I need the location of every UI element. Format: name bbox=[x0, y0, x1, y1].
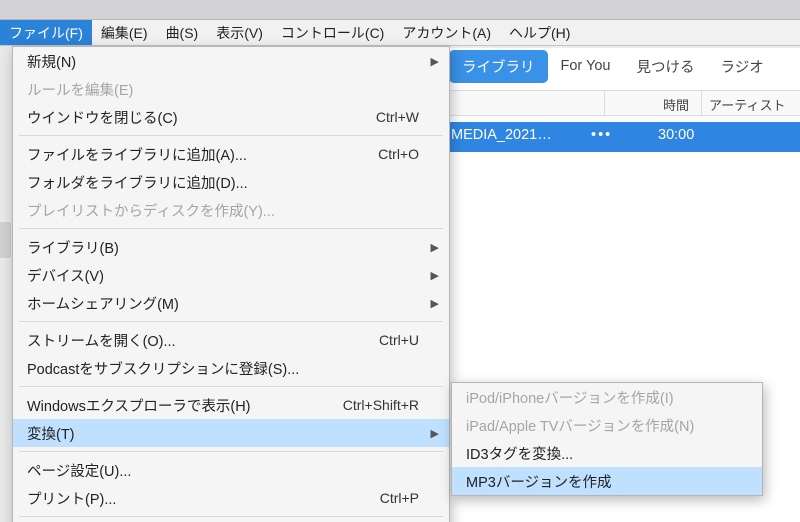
menu-item-label: ライブラリ(B) bbox=[27, 237, 119, 258]
submenu-arrow-icon: ▶ bbox=[431, 427, 439, 440]
menu-item-label: 変換(T) bbox=[27, 423, 75, 444]
nav-tabs: ライブラリ For You 見つける ラジオ bbox=[449, 48, 777, 84]
menu-item-label: ページ設定(U)... bbox=[27, 460, 131, 481]
menu-file[interactable]: ファイル(F) bbox=[0, 20, 92, 45]
menu-item-accel: Ctrl+U bbox=[379, 332, 419, 348]
menu-item-label: プレイリストからディスクを作成(Y)... bbox=[27, 200, 275, 221]
menu-edit[interactable]: 編集(E) bbox=[92, 20, 157, 45]
tab-radio[interactable]: ラジオ bbox=[708, 50, 777, 83]
menu-separator bbox=[19, 135, 443, 136]
menu-item-convert[interactable]: 変換(T) ▶ bbox=[13, 419, 449, 447]
menu-item-print[interactable]: プリント(P)... Ctrl+P bbox=[13, 484, 449, 512]
column-divider bbox=[701, 91, 702, 115]
menu-item-label: Podcastをサブスクリプションに登録(S)... bbox=[27, 358, 299, 379]
menu-item-label: ルールを編集(E) bbox=[27, 79, 133, 100]
tab-browse[interactable]: 見つける bbox=[624, 50, 708, 83]
menu-separator bbox=[19, 386, 443, 387]
menu-item-label: デバイス(V) bbox=[27, 265, 104, 286]
menu-item-add-folder[interactable]: フォルダをライブラリに追加(D)... bbox=[13, 168, 449, 196]
window-titlebar bbox=[0, 0, 800, 20]
menu-song[interactable]: 曲(S) bbox=[157, 20, 208, 45]
submenu-arrow-icon: ▶ bbox=[431, 55, 439, 68]
menu-item-burn-playlist: プレイリストからディスクを作成(Y)... bbox=[13, 196, 449, 224]
menu-item-accel: Ctrl+W bbox=[376, 109, 419, 125]
menu-item-close-window[interactable]: ウインドウを閉じる(C) Ctrl+W bbox=[13, 103, 449, 131]
submenu-arrow-icon: ▶ bbox=[431, 297, 439, 310]
menu-item-label: ホームシェアリング(M) bbox=[27, 293, 179, 314]
menu-item-label: 新規(N) bbox=[27, 51, 76, 72]
track-duration: 30:00 bbox=[658, 127, 694, 143]
menu-item-edit-rules: ルールを編集(E) bbox=[13, 75, 449, 103]
menu-item-page-setup[interactable]: ページ設定(U)... bbox=[13, 456, 449, 484]
menu-separator bbox=[19, 228, 443, 229]
left-scroll-thumb[interactable] bbox=[0, 222, 11, 258]
menu-item-label: iPad/Apple TVバージョンを作成(N) bbox=[466, 415, 694, 436]
menu-item-subscribe-podcast[interactable]: Podcastをサブスクリプションに登録(S)... bbox=[13, 354, 449, 382]
menu-control[interactable]: コントロール(C) bbox=[272, 20, 393, 45]
menu-item-label: フォルダをライブラリに追加(D)... bbox=[27, 172, 248, 193]
menu-item-label: iPod/iPhoneバージョンを作成(I) bbox=[466, 387, 674, 408]
menu-item-show-explorer[interactable]: Windowsエクスプローラで表示(H) Ctrl+Shift+R bbox=[13, 391, 449, 419]
menubar: ファイル(F) 編集(E) 曲(S) 表示(V) コントロール(C) アカウント… bbox=[0, 20, 800, 46]
menu-item-label: ファイルをライブラリに追加(A)... bbox=[27, 144, 247, 165]
track-name: MEDIA_2021… bbox=[451, 127, 581, 143]
submenu-item-id3[interactable]: ID3タグを変換... bbox=[452, 439, 762, 467]
column-divider bbox=[604, 91, 605, 115]
left-gutter bbox=[0, 46, 12, 522]
menu-view[interactable]: 表示(V) bbox=[207, 20, 272, 45]
menu-item-new[interactable]: 新規(N) ▶ bbox=[13, 47, 449, 75]
menu-item-accel: Ctrl+P bbox=[380, 490, 419, 506]
track-list-header: 時間 アーティスト bbox=[441, 90, 800, 116]
menu-separator bbox=[19, 516, 443, 517]
menu-item-label: ストリームを開く(O)... bbox=[27, 330, 176, 351]
menu-item-accel: Ctrl+Shift+R bbox=[343, 397, 419, 413]
menu-separator bbox=[19, 451, 443, 452]
submenu-arrow-icon: ▶ bbox=[431, 269, 439, 282]
menu-account[interactable]: アカウント(A) bbox=[393, 20, 500, 45]
menu-help[interactable]: ヘルプ(H) bbox=[500, 20, 579, 45]
menu-item-label: Windowsエクスプローラで表示(H) bbox=[27, 395, 251, 416]
track-row[interactable]: MEDIA_2021… ••• 30:00 bbox=[441, 122, 800, 152]
tab-foryou[interactable]: For You bbox=[548, 52, 624, 80]
menu-item-open-stream[interactable]: ストリームを開く(O)... Ctrl+U bbox=[13, 326, 449, 354]
menu-item-label: プリント(P)... bbox=[27, 488, 116, 509]
menu-item-label: MP3バージョンを作成 bbox=[466, 471, 612, 492]
menu-item-label: ウインドウを閉じる(C) bbox=[27, 107, 178, 128]
submenu-item-ipod: iPod/iPhoneバージョンを作成(I) bbox=[452, 383, 762, 411]
track-more-icon[interactable]: ••• bbox=[591, 127, 612, 143]
menu-item-library[interactable]: ライブラリ(B) ▶ bbox=[13, 233, 449, 261]
menu-item-label: ID3タグを変換... bbox=[466, 443, 573, 464]
submenu-item-ipad: iPad/Apple TVバージョンを作成(N) bbox=[452, 411, 762, 439]
submenu-arrow-icon: ▶ bbox=[431, 241, 439, 254]
menu-item-home-sharing[interactable]: ホームシェアリング(M) ▶ bbox=[13, 289, 449, 317]
menu-item-add-file[interactable]: ファイルをライブラリに追加(A)... Ctrl+O bbox=[13, 140, 449, 168]
column-time[interactable]: 時間 bbox=[663, 95, 689, 114]
convert-submenu: iPod/iPhoneバージョンを作成(I) iPad/Apple TVバージョ… bbox=[451, 382, 763, 496]
file-menu: 新規(N) ▶ ルールを編集(E) ウインドウを閉じる(C) Ctrl+W ファ… bbox=[12, 46, 450, 522]
tab-library[interactable]: ライブラリ bbox=[449, 50, 548, 83]
menu-item-devices[interactable]: デバイス(V) ▶ bbox=[13, 261, 449, 289]
submenu-item-mp3[interactable]: MP3バージョンを作成 bbox=[452, 467, 762, 495]
column-artist[interactable]: アーティスト bbox=[709, 95, 785, 114]
menu-separator bbox=[19, 321, 443, 322]
menu-item-accel: Ctrl+O bbox=[378, 146, 419, 162]
